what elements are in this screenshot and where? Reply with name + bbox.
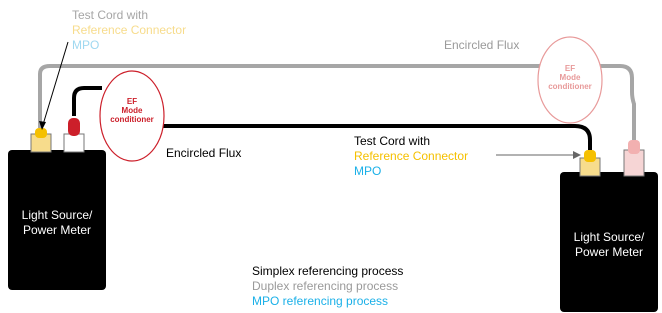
mid-test-cord-line3: MPO [354, 164, 382, 178]
left-device-label-line1: Light Source/ [21, 208, 93, 222]
right-device-label: Light Source/ Power Meter [560, 230, 658, 260]
right-device-label-line1: Light Source/ [573, 230, 645, 244]
mid-test-cord-line1: Test Cord with [354, 134, 431, 148]
right-pink-connector [623, 140, 645, 177]
ef-right-label: EF Mode conditioner [540, 64, 600, 91]
ef-right-line2: Mode [559, 73, 581, 82]
top-test-cord-line2: Reference Connector [72, 23, 187, 37]
mid-test-cord-line2: Reference Connector [354, 149, 469, 163]
ef-left-line1: EF [126, 97, 138, 106]
right-reference-connector [579, 150, 601, 177]
legend-duplex: Duplex referencing process [252, 279, 399, 293]
encircled-flux-top-label: Encircled Flux [444, 38, 520, 52]
legend-mpo: MPO referencing process [252, 294, 389, 308]
legend: Simplex referencing process Duplex refer… [252, 264, 403, 309]
ef-right-line1: EF [564, 64, 576, 73]
top-left-pointer-arrow [41, 41, 69, 129]
left-device-label: Light Source/ Power Meter [8, 208, 106, 238]
left-reference-connector [30, 128, 52, 153]
ef-left-line2: Mode [121, 106, 143, 115]
top-test-cord-label: Test Cord with Reference Connector MPO [72, 8, 186, 53]
ef-left-label: EF Mode conditioner [102, 97, 162, 124]
ef-left-line3: conditioner [110, 115, 154, 124]
top-test-cord-line1: Test Cord with [72, 8, 149, 22]
legend-simplex: Simplex referencing process [252, 264, 404, 278]
left-red-connector [63, 118, 85, 153]
right-device-label-line2: Power Meter [574, 245, 644, 259]
mid-test-cord-label: Test Cord with Reference Connector MPO [354, 134, 468, 179]
encircled-flux-mid-label: Encircled Flux [166, 146, 242, 160]
top-test-cord-line3: MPO [72, 38, 100, 52]
left-device-label-line2: Power Meter [22, 223, 92, 237]
ef-right-line3: conditioner [548, 82, 592, 91]
